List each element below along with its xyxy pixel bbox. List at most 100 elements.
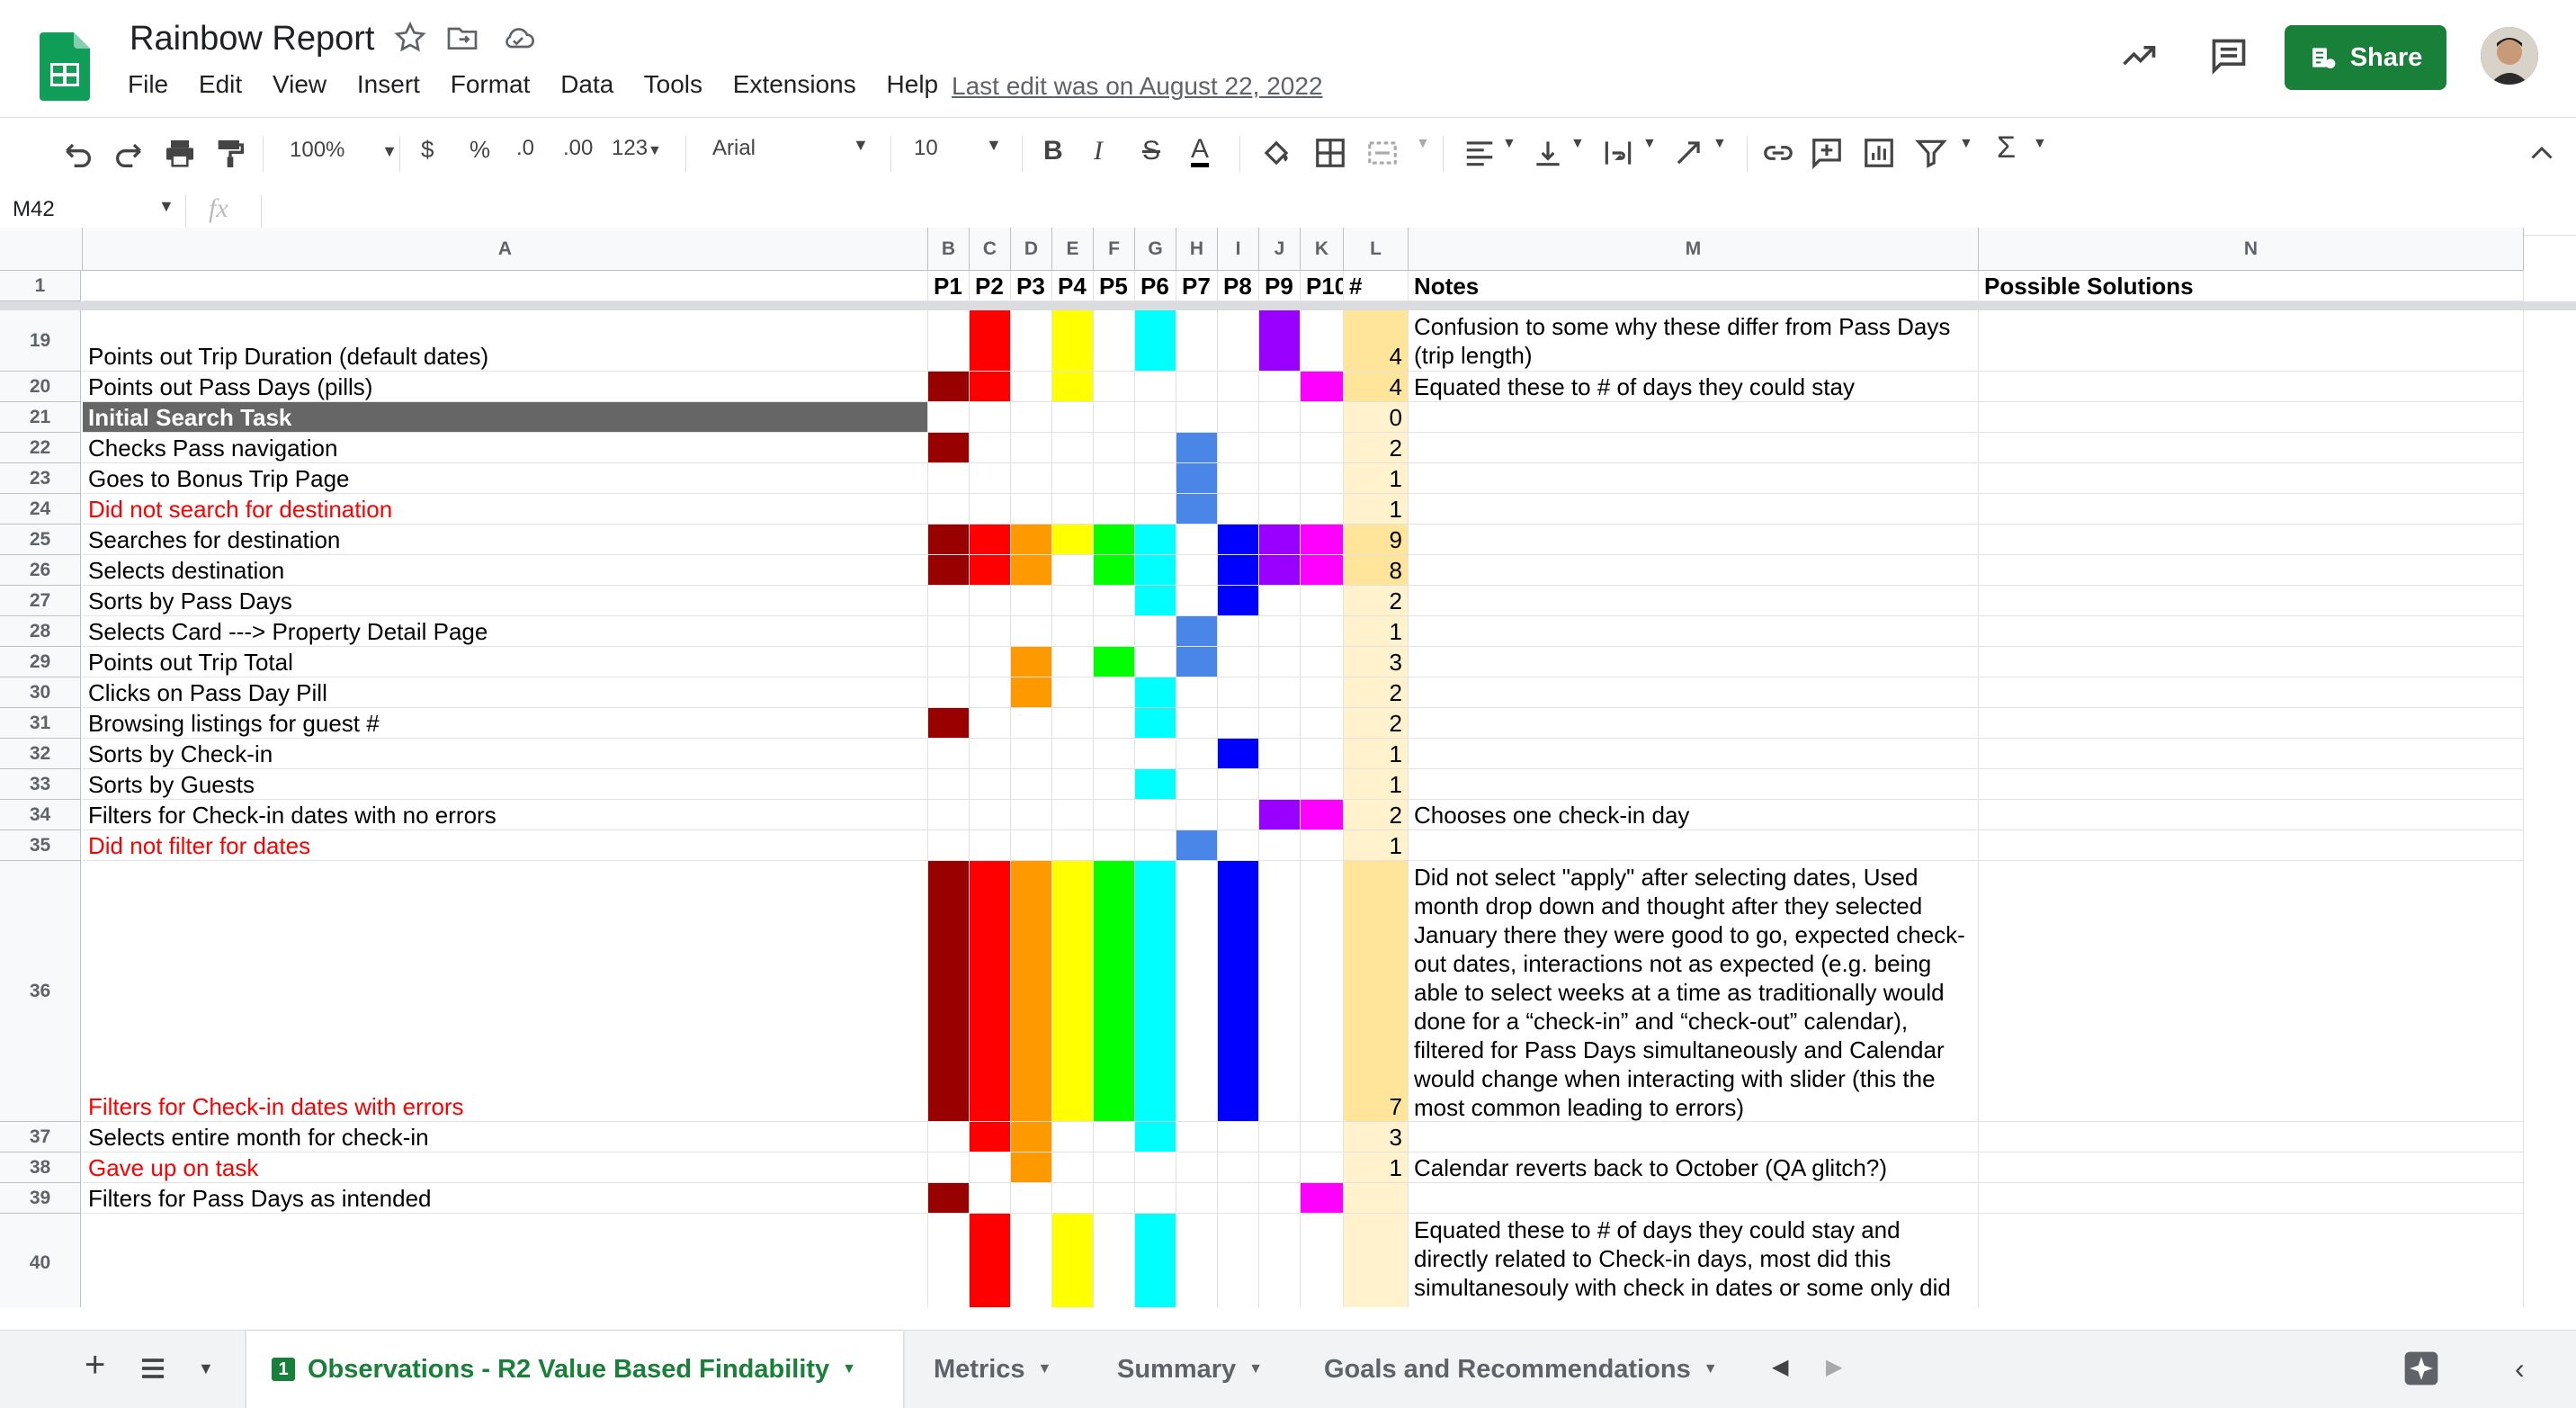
participant-cell-p5[interactable]	[1094, 586, 1135, 616]
notes-cell[interactable]: Confusion to some why these differ from …	[1409, 310, 1979, 372]
participant-cell-p6[interactable]	[1135, 1214, 1176, 1307]
participant-cell-p1[interactable]	[928, 402, 970, 433]
participant-cell-p2[interactable]	[970, 1214, 1011, 1307]
select-all-corner[interactable]	[0, 228, 83, 271]
task-label-cell[interactable]: Initial Search Task	[83, 402, 928, 433]
row-header[interactable]: 27	[0, 586, 81, 616]
participant-cell-p10[interactable]	[1301, 861, 1344, 1122]
participant-cell-p9[interactable]	[1259, 769, 1301, 800]
participant-cell-p1[interactable]	[928, 647, 970, 677]
solutions-cell[interactable]	[1979, 739, 2524, 769]
participant-cell-p7[interactable]	[1176, 677, 1218, 708]
participant-cell-p5[interactable]	[1094, 1183, 1135, 1214]
count-cell[interactable]: 0	[1344, 402, 1409, 433]
sheet-tab-observations[interactable]: 1 Observations - R2 Value Based Findabil…	[246, 1331, 903, 1408]
count-cell[interactable]: 1	[1344, 830, 1409, 861]
participant-cell-p5[interactable]	[1094, 372, 1135, 402]
header-cell[interactable]: P9	[1259, 271, 1301, 301]
participant-cell-p6[interactable]	[1135, 525, 1176, 555]
column-header-d[interactable]: D	[1011, 228, 1052, 271]
participant-cell-p4[interactable]	[1052, 494, 1094, 525]
participant-cell-p6[interactable]	[1135, 800, 1176, 830]
participant-cell-p1[interactable]	[928, 1122, 970, 1152]
participant-cell-p3[interactable]	[1011, 861, 1052, 1122]
count-cell[interactable]: 2	[1344, 586, 1409, 616]
header-cell[interactable]: P2	[970, 271, 1011, 301]
notes-cell[interactable]	[1409, 1122, 1979, 1152]
participant-cell-p7[interactable]	[1176, 433, 1218, 463]
participant-cell-p4[interactable]	[1052, 1214, 1094, 1307]
participant-cell-p9[interactable]	[1259, 1214, 1301, 1307]
participant-cell-p3[interactable]	[1011, 310, 1052, 372]
notes-cell[interactable]	[1409, 677, 1979, 708]
participant-cell-p3[interactable]	[1011, 708, 1052, 739]
participant-cell-p3[interactable]	[1011, 1214, 1052, 1307]
participant-cell-p8[interactable]	[1218, 1214, 1259, 1307]
insert-link-icon[interactable]	[1761, 136, 1795, 170]
solutions-cell[interactable]	[1979, 310, 2524, 372]
participant-cell-p4[interactable]	[1052, 1183, 1094, 1214]
undo-icon[interactable]	[59, 136, 95, 172]
participant-cell-p6[interactable]	[1135, 372, 1176, 402]
participant-cell-p3[interactable]	[1011, 463, 1052, 494]
participant-cell-p4[interactable]	[1052, 463, 1094, 494]
column-header-a[interactable]: A	[83, 228, 928, 271]
task-label-cell[interactable]: Points out Trip Total	[83, 647, 928, 677]
participant-cell-p5[interactable]	[1094, 708, 1135, 739]
participant-cell-p5[interactable]	[1094, 1152, 1135, 1183]
participant-cell-p4[interactable]	[1052, 616, 1094, 647]
strikethrough-button[interactable]: S	[1142, 136, 1160, 166]
participant-cell-p10[interactable]	[1301, 463, 1344, 494]
participant-cell-p3[interactable]	[1011, 1152, 1052, 1183]
participant-cell-p8[interactable]	[1218, 708, 1259, 739]
participant-cell-p7[interactable]	[1176, 1152, 1218, 1183]
count-cell[interactable]: 1	[1344, 1152, 1409, 1183]
participant-cell-p2[interactable]	[970, 677, 1011, 708]
participant-cell-p1[interactable]	[928, 494, 970, 525]
text-color-button[interactable]: A	[1191, 136, 1210, 167]
row-header[interactable]: 22	[0, 433, 81, 463]
participant-cell-p1[interactable]	[928, 555, 970, 586]
solutions-cell[interactable]	[1979, 494, 2524, 525]
notes-cell[interactable]	[1409, 1183, 1979, 1214]
print-icon[interactable]	[162, 136, 198, 172]
participant-cell-p10[interactable]	[1301, 1214, 1344, 1307]
count-cell[interactable]: 1	[1344, 616, 1409, 647]
participant-cell-p4[interactable]	[1052, 372, 1094, 402]
participant-cell-p5[interactable]	[1094, 800, 1135, 830]
participant-cell-p4[interactable]	[1052, 1122, 1094, 1152]
solutions-cell[interactable]	[1979, 1214, 2524, 1307]
participant-cell-p4[interactable]	[1052, 769, 1094, 800]
participant-cell-p4[interactable]	[1052, 708, 1094, 739]
participant-cell-p8[interactable]	[1218, 1122, 1259, 1152]
participant-cell-p9[interactable]	[1259, 433, 1301, 463]
participant-cell-p8[interactable]	[1218, 800, 1259, 830]
participant-cell-p3[interactable]	[1011, 739, 1052, 769]
solutions-cell[interactable]	[1979, 677, 2524, 708]
font-family-select[interactable]: Arial ▼	[712, 136, 874, 161]
redo-icon[interactable]	[112, 136, 148, 172]
task-label-cell[interactable]: Searches for destination	[83, 525, 928, 555]
participant-cell-p7[interactable]	[1176, 861, 1218, 1122]
row-header[interactable]: 29	[0, 647, 81, 677]
participant-cell-p7[interactable]	[1176, 800, 1218, 830]
participant-cell-p1[interactable]	[928, 1183, 970, 1214]
participant-cell-p9[interactable]	[1259, 800, 1301, 830]
trending-icon[interactable]	[2119, 36, 2159, 76]
column-header-i[interactable]: I	[1218, 228, 1259, 271]
row-header[interactable]: 39	[0, 1183, 81, 1214]
task-label-cell[interactable]: Browsing listings for guest #	[83, 708, 928, 739]
chevron-down-icon[interactable]: ▼	[2033, 136, 2047, 152]
participant-cell-p4[interactable]	[1052, 586, 1094, 616]
participant-cell-p2[interactable]	[970, 739, 1011, 769]
star-icon[interactable]	[392, 20, 428, 56]
count-cell[interactable]: 3	[1344, 1122, 1409, 1152]
participant-cell-p2[interactable]	[970, 463, 1011, 494]
participant-cell-p2[interactable]	[970, 800, 1011, 830]
column-header-m[interactable]: M	[1409, 228, 1979, 271]
participant-cell-p3[interactable]	[1011, 494, 1052, 525]
borders-icon[interactable]	[1313, 136, 1347, 170]
solutions-cell[interactable]	[1979, 830, 2524, 861]
chevron-down-icon[interactable]: ▼	[1502, 136, 1516, 152]
header-cell[interactable]: P7	[1176, 271, 1218, 301]
